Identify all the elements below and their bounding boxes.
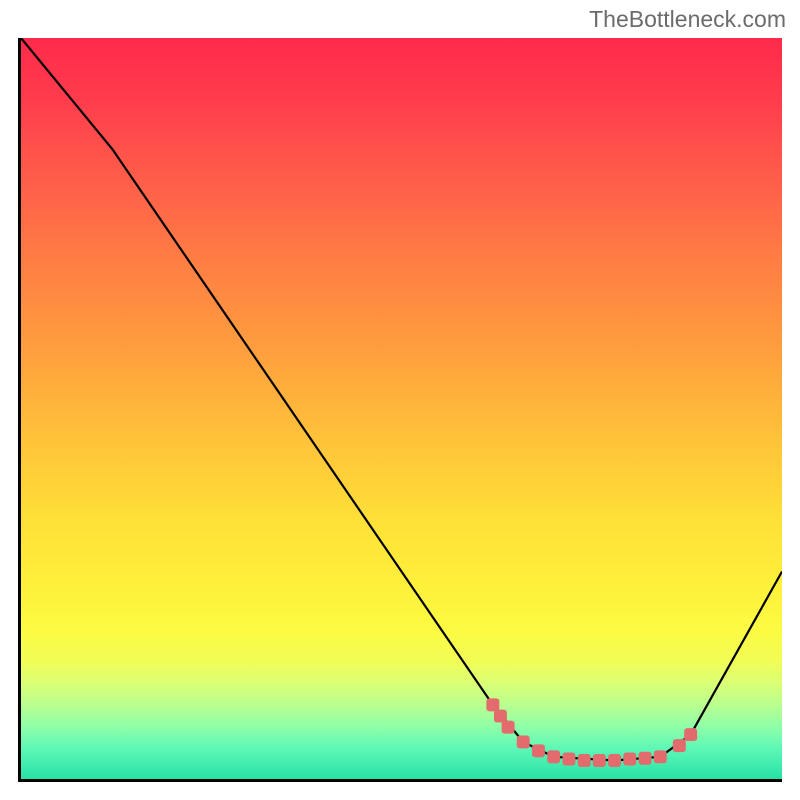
marker-point	[684, 728, 697, 741]
marker-point	[608, 754, 621, 767]
marker-point	[654, 750, 667, 763]
marker-point	[547, 750, 560, 763]
marker-point	[578, 754, 591, 767]
curve-svg	[21, 38, 782, 779]
marker-group	[486, 698, 697, 767]
watermark-text: TheBottleneck.com	[589, 6, 786, 33]
marker-point	[639, 752, 652, 765]
plot-area	[18, 38, 782, 782]
marker-point	[517, 735, 530, 748]
marker-point	[486, 698, 499, 711]
marker-point	[673, 739, 686, 752]
marker-point	[532, 744, 545, 757]
marker-point	[562, 753, 575, 766]
marker-point	[502, 721, 515, 734]
marker-point	[623, 753, 636, 766]
bottleneck-curve	[21, 38, 782, 760]
marker-point	[494, 710, 507, 723]
marker-point	[593, 754, 606, 767]
